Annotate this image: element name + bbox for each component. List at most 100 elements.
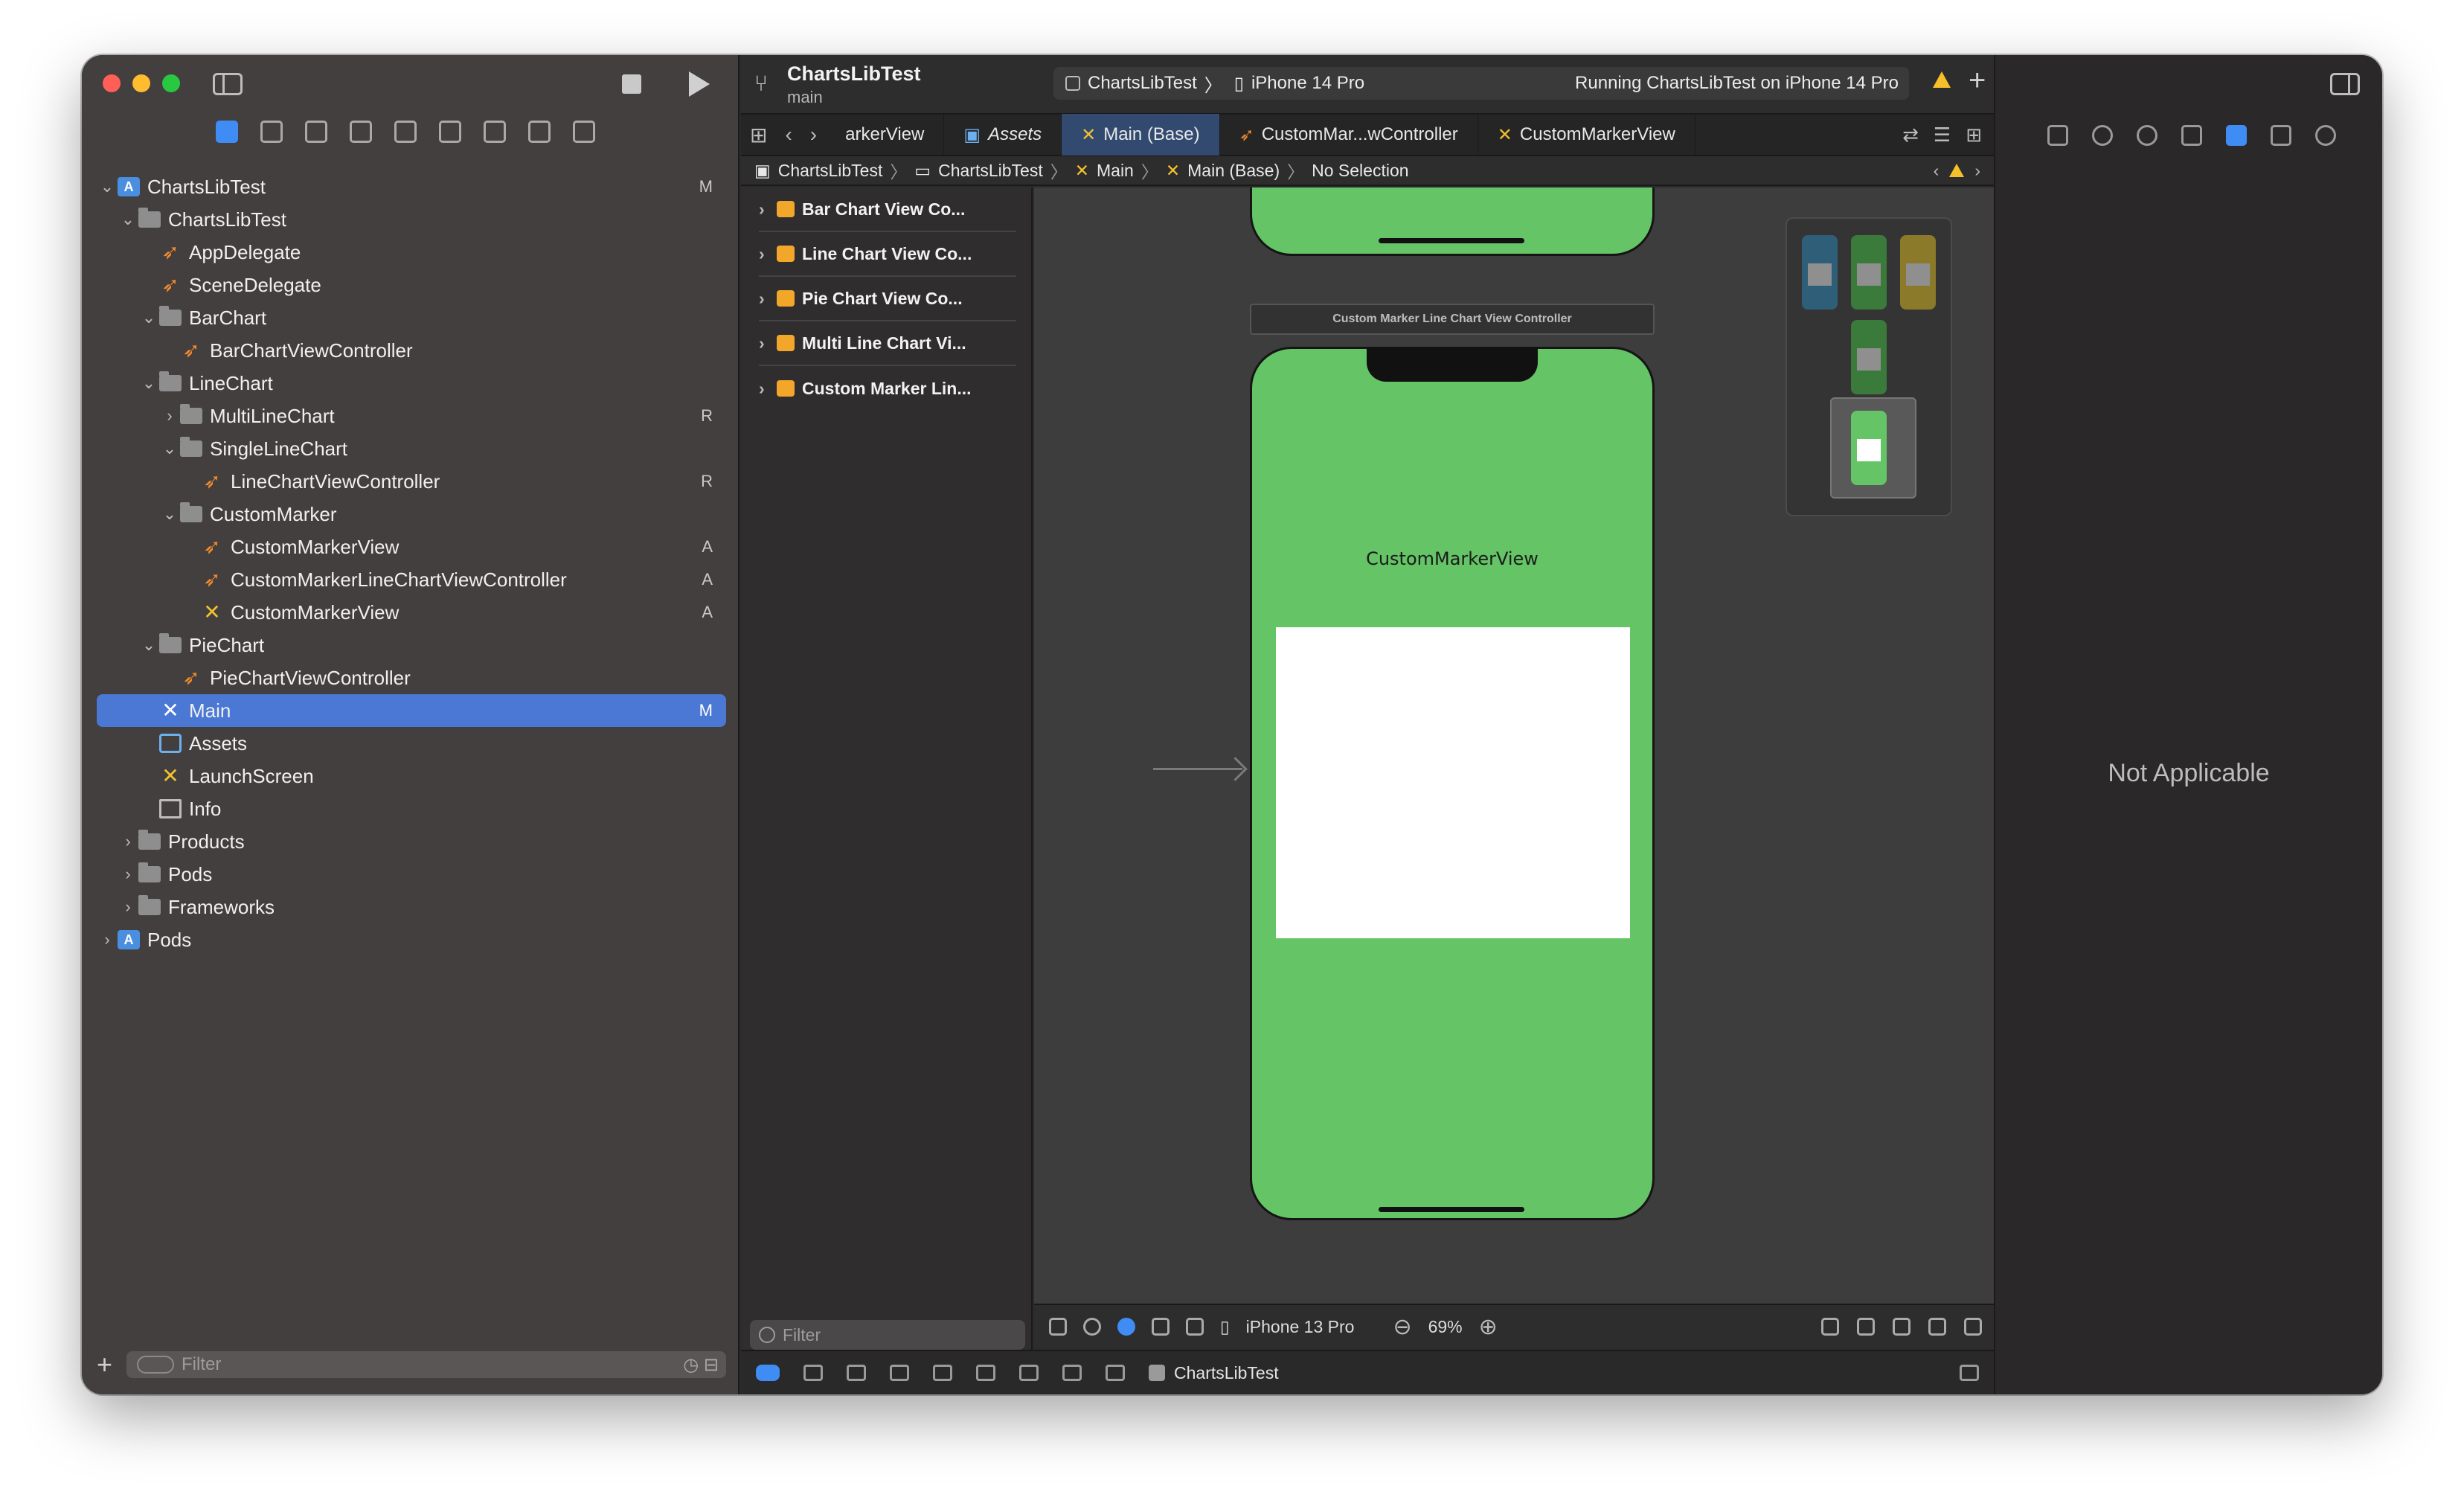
zoom-window-button[interactable]	[162, 74, 180, 92]
disclosure-closed-icon[interactable]: ›	[759, 379, 769, 399]
disclosure-open-icon[interactable]: ⌄	[159, 439, 180, 458]
minimap-scene[interactable]	[1851, 320, 1887, 394]
chart-view[interactable]	[1276, 627, 1630, 938]
split-editor-icon[interactable]: ⊞	[1966, 124, 1982, 147]
tab-custommarkerview[interactable]: ✕ CustomMarkerView	[1478, 114, 1695, 156]
tree-row-project[interactable]: ⌄ ChartsLibTest M	[97, 170, 726, 203]
preview-device-selector[interactable]: iPhone 13 Pro	[1246, 1317, 1355, 1337]
quick-help-icon[interactable]	[2137, 125, 2157, 146]
jumpbar-item[interactable]: ChartsLibTest	[778, 161, 883, 181]
jumpbar-item[interactable]: Main	[1097, 161, 1134, 181]
warning-icon[interactable]	[1933, 71, 1951, 88]
tree-row-group[interactable]: › Frameworks	[97, 891, 726, 923]
layout-icon[interactable]	[1186, 1318, 1204, 1336]
storyboard-canvas[interactable]: Custom Marker Line Chart View Controller…	[1034, 188, 1994, 1304]
disclosure-closed-icon[interactable]: ›	[118, 832, 138, 851]
memory-graph-icon[interactable]	[1019, 1365, 1039, 1381]
scene-phone-frame[interactable]: CustomMarkerView	[1250, 347, 1655, 1220]
outline-toggle-icon[interactable]	[1049, 1318, 1067, 1336]
file-inspector-icon[interactable]	[2047, 125, 2068, 146]
minimap-scene[interactable]	[1851, 235, 1887, 310]
tab-custommarker-controller[interactable]: ➶ CustomMar...wController	[1220, 114, 1478, 156]
tree-row-file[interactable]: ➶ CustomMarkerView A	[97, 531, 726, 563]
disclosure-open-icon[interactable]: ⌄	[138, 308, 159, 327]
embed-in-icon[interactable]	[1964, 1318, 1982, 1336]
size-inspector-icon[interactable]	[2271, 125, 2291, 146]
disclosure-closed-icon[interactable]: ›	[759, 289, 769, 309]
outline-scene-item[interactable]: › Bar Chart View Co...	[759, 188, 1016, 232]
previous-scene-phone[interactable]	[1250, 188, 1655, 256]
inspector-toggle-icon[interactable]	[2330, 73, 2360, 95]
breakpoints-toggle-icon[interactable]	[756, 1365, 780, 1381]
step-over-icon[interactable]	[847, 1365, 866, 1381]
simulate-location-icon[interactable]	[1106, 1365, 1125, 1381]
tab-assets[interactable]: ▣ Assets	[944, 114, 1062, 156]
scene-title-bar[interactable]: Custom Marker Line Chart View Controller	[1250, 304, 1655, 335]
grid-icon[interactable]: ⊞	[741, 123, 776, 147]
tree-row-file[interactable]: ➶ SceneDelegate	[97, 269, 726, 301]
navigator-filter-field[interactable]: Filter ◷ ⊟	[126, 1351, 726, 1378]
back-icon[interactable]: ‹	[776, 123, 801, 147]
tree-row-file[interactable]: ➶ AppDelegate	[97, 236, 726, 269]
minimap-scene[interactable]	[1851, 411, 1887, 485]
symbol-navigator-icon[interactable]	[305, 121, 327, 143]
step-out-icon[interactable]	[933, 1365, 952, 1381]
appearance-icon[interactable]	[1117, 1318, 1135, 1336]
entry-point-arrow-icon[interactable]	[1153, 768, 1242, 770]
previous-issue-icon[interactable]: ‹	[1934, 161, 1940, 181]
canvas-minimap[interactable]	[1786, 217, 1952, 516]
jumpbar-item[interactable]: No Selection	[1312, 161, 1408, 181]
jumpbar-item[interactable]: ChartsLibTest	[938, 161, 1043, 181]
scheme-selector[interactable]: ChartsLibTest 〉	[1065, 71, 1222, 97]
disclosure-closed-icon[interactable]: ›	[759, 244, 769, 264]
disclosure-closed-icon[interactable]: ›	[159, 406, 180, 426]
tab-markerview[interactable]: arkerView	[826, 114, 945, 156]
minimize-window-button[interactable]	[132, 74, 150, 92]
process-target[interactable]: ChartsLibTest	[1149, 1363, 1279, 1383]
disclosure-closed-icon[interactable]: ›	[118, 897, 138, 917]
identity-inspector-icon[interactable]	[2181, 125, 2202, 146]
tree-row-file[interactable]: ✕ LaunchScreen	[97, 760, 726, 792]
add-constraints-icon[interactable]	[1893, 1318, 1910, 1336]
zoom-in-icon[interactable]: ⊕	[1479, 1314, 1498, 1340]
tree-row-group[interactable]: ⌄ SingleLineChart	[97, 432, 726, 465]
outline-filter-field[interactable]: Filter	[750, 1320, 1025, 1350]
tree-row-group[interactable]: › Products	[97, 825, 726, 858]
tree-row-project[interactable]: › Pods	[97, 923, 726, 956]
editor-options-icon[interactable]: ☰	[1934, 124, 1951, 147]
debug-navigator-icon[interactable]	[484, 121, 506, 143]
sidebar-toggle-icon[interactable]	[213, 73, 243, 95]
disclosure-closed-icon[interactable]: ›	[759, 333, 769, 353]
related-items-icon[interactable]: ⇄	[1902, 124, 1919, 147]
tree-row-group[interactable]: ⌄ BarChart	[97, 301, 726, 334]
jumpbar-item[interactable]: Main (Base)	[1187, 161, 1280, 181]
tree-row-group[interactable]: ⌄ PieChart	[97, 629, 726, 661]
zoom-out-icon[interactable]: ⊖	[1393, 1314, 1411, 1340]
tree-row-file[interactable]: ➶ PieChartViewController	[97, 661, 726, 694]
tree-row-file[interactable]: ➶ BarChartViewController	[97, 334, 726, 367]
recent-files-icon[interactable]: ◷ ⊟	[683, 1354, 719, 1376]
find-navigator-icon[interactable]	[350, 121, 372, 143]
minimap-viewport[interactable]	[1830, 397, 1916, 499]
step-into-icon[interactable]	[890, 1365, 909, 1381]
filter-options-icon[interactable]	[137, 1356, 174, 1374]
history-inspector-icon[interactable]	[2092, 125, 2113, 146]
minimap-scene[interactable]	[1802, 235, 1838, 310]
tree-row-file[interactable]: ➶ LineChartViewController R	[97, 465, 726, 498]
resolve-issues-icon[interactable]	[1928, 1318, 1946, 1336]
tree-row-group[interactable]: › Pods	[97, 858, 726, 891]
disclosure-open-icon[interactable]: ⌄	[138, 374, 159, 393]
update-frames-icon[interactable]	[1821, 1318, 1839, 1336]
disclosure-closed-icon[interactable]: ›	[118, 865, 138, 884]
project-navigator-icon[interactable]	[216, 121, 238, 143]
tree-row-file-selected[interactable]: ✕ Main M	[97, 694, 726, 727]
tree-row-group[interactable]: ⌄ ChartsLibTest	[97, 203, 726, 236]
outline-scene-item[interactable]: › Multi Line Chart Vi...	[759, 321, 1016, 366]
destination-selector[interactable]: ▯ iPhone 14 Pro	[1234, 73, 1364, 94]
warning-icon[interactable]	[1949, 164, 1965, 177]
tab-main-base[interactable]: ✕ Main (Base)	[1062, 114, 1220, 156]
outline-scene-item[interactable]: › Pie Chart View Co...	[759, 277, 1016, 321]
run-icon[interactable]	[689, 71, 710, 97]
stop-icon[interactable]	[622, 74, 641, 94]
tree-row-group[interactable]: › MultiLineChart R	[97, 400, 726, 432]
